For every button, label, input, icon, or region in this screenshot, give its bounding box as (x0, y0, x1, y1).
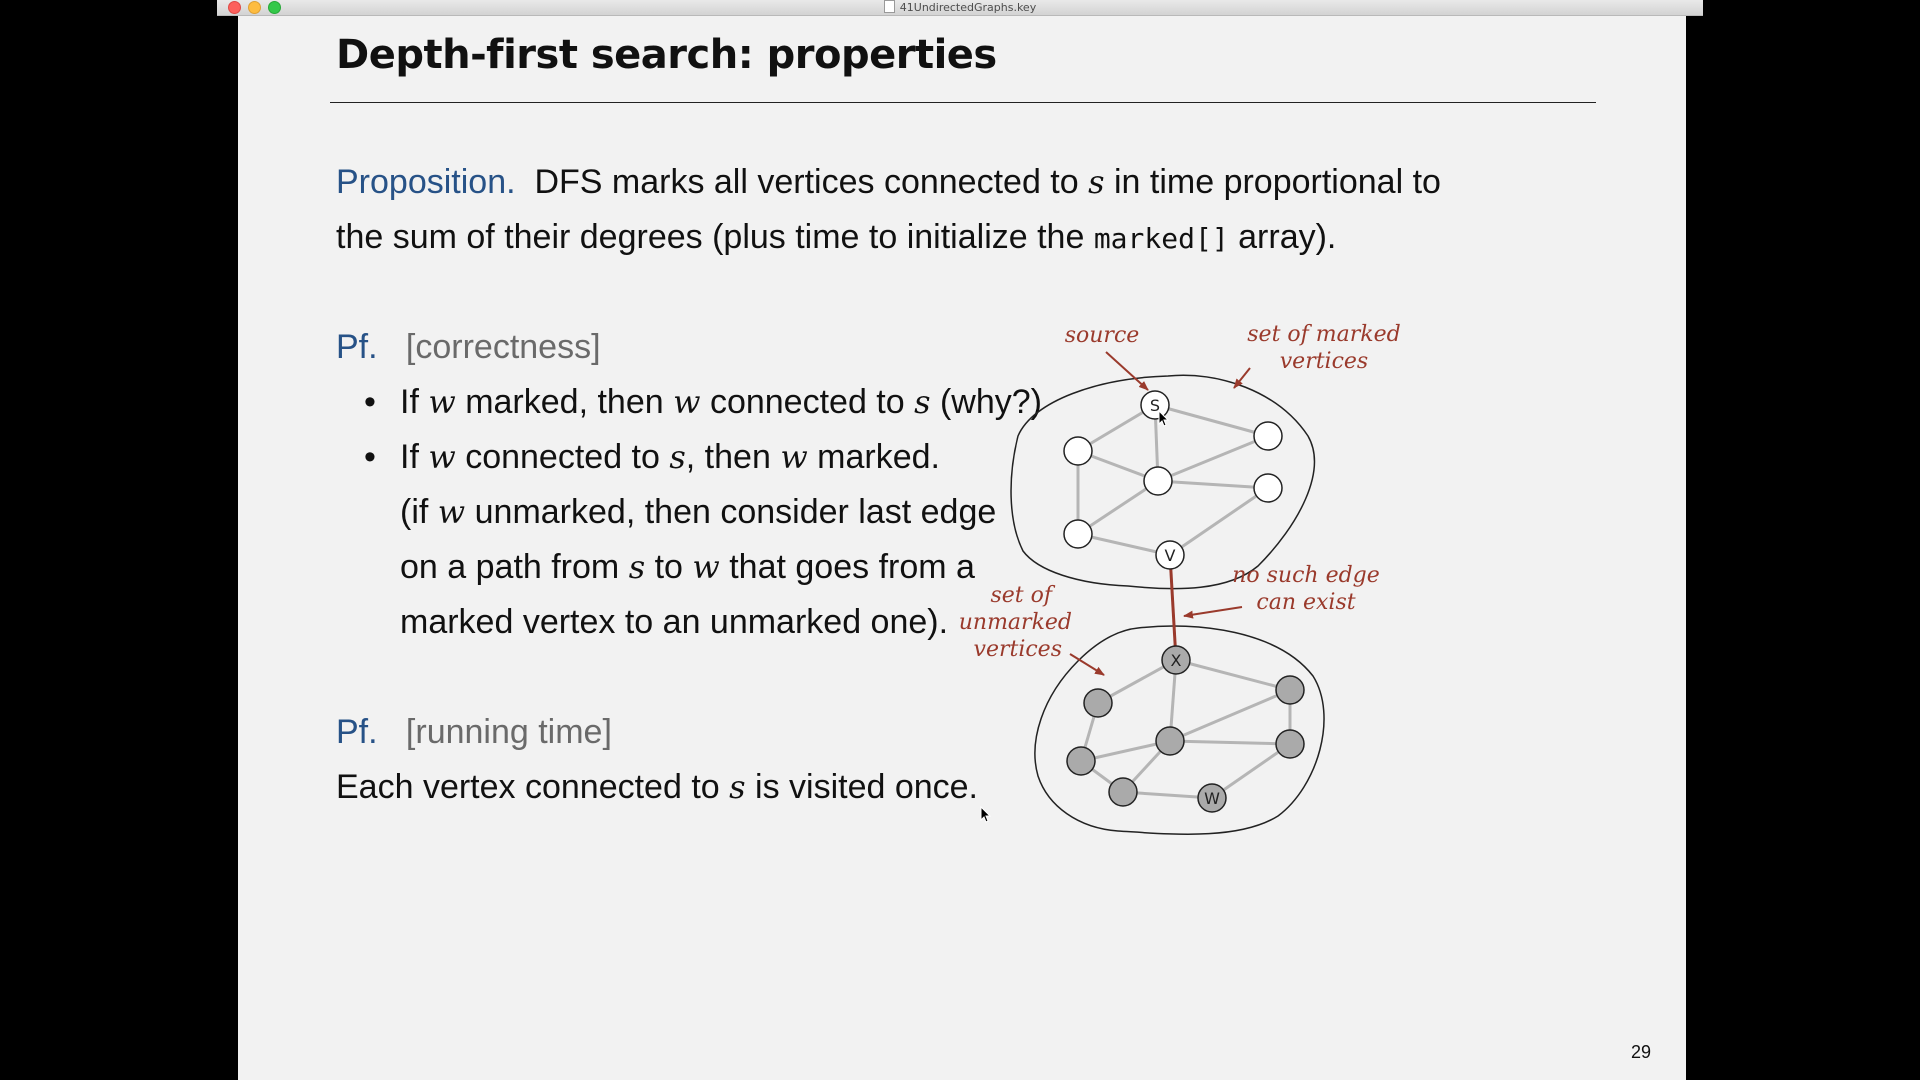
unmarked-edges (1079, 658, 1292, 800)
marked-vertices (1063, 390, 1283, 570)
marked-set-annotation-1: set of marked (1247, 322, 1400, 347)
source-arrow (1105, 351, 1149, 391)
vertex (1155, 726, 1185, 756)
edge (1169, 688, 1291, 743)
vertex (1063, 519, 1093, 549)
no-edge-annotation-1: no such edge (1232, 563, 1380, 588)
vertex (1066, 746, 1096, 776)
vertex (1253, 421, 1283, 451)
vertex (1275, 729, 1305, 759)
no-edge-annotation-2: can exist (1256, 590, 1355, 615)
vertex (1083, 688, 1113, 718)
marked-set-annotation-2: vertices (1280, 349, 1368, 374)
vertex (1275, 675, 1305, 705)
edge (1169, 486, 1269, 557)
mouse-cursor-icon (1158, 410, 1170, 427)
dfs-cut-diagram: S V X W source set of marked vertices no… (959, 322, 1401, 835)
edge (1154, 403, 1269, 438)
unmarked-annotation-3: vertices (974, 637, 1062, 662)
vertex (1253, 473, 1283, 503)
edge (1157, 479, 1269, 490)
edge (1169, 739, 1291, 746)
unmarked-annotation-2: unmarked (959, 610, 1072, 635)
window-title-text: 41UndirectedGraphs.key (899, 1, 1037, 14)
edge (1157, 434, 1269, 483)
marked-set-arrow (1233, 367, 1251, 389)
vertex (1063, 436, 1093, 466)
vertex (1108, 777, 1138, 807)
marked-edges (1076, 403, 1269, 557)
vertex (1143, 466, 1173, 496)
document-icon (883, 0, 895, 13)
unmarked-annotation-1: set of (990, 583, 1055, 608)
source-annotation: source (1065, 323, 1140, 348)
unmarked-vertices (1066, 645, 1305, 813)
vertex-v-label: V (1165, 546, 1176, 565)
impossible-edge (1168, 554, 1178, 661)
no-edge-arrow (1183, 606, 1243, 619)
edge (1175, 658, 1291, 692)
window-title: 41UndirectedGraphs.key (217, 0, 1703, 15)
vertex-w-label: W (1204, 789, 1220, 808)
mouse-cursor-icon (980, 806, 992, 823)
vertex-x-label: X (1171, 651, 1182, 670)
window-titlebar: 41UndirectedGraphs.key (217, 0, 1703, 16)
page-number: 29 (1630, 1042, 1651, 1062)
slide: Depth-first search: properties Propositi… (238, 16, 1686, 1080)
